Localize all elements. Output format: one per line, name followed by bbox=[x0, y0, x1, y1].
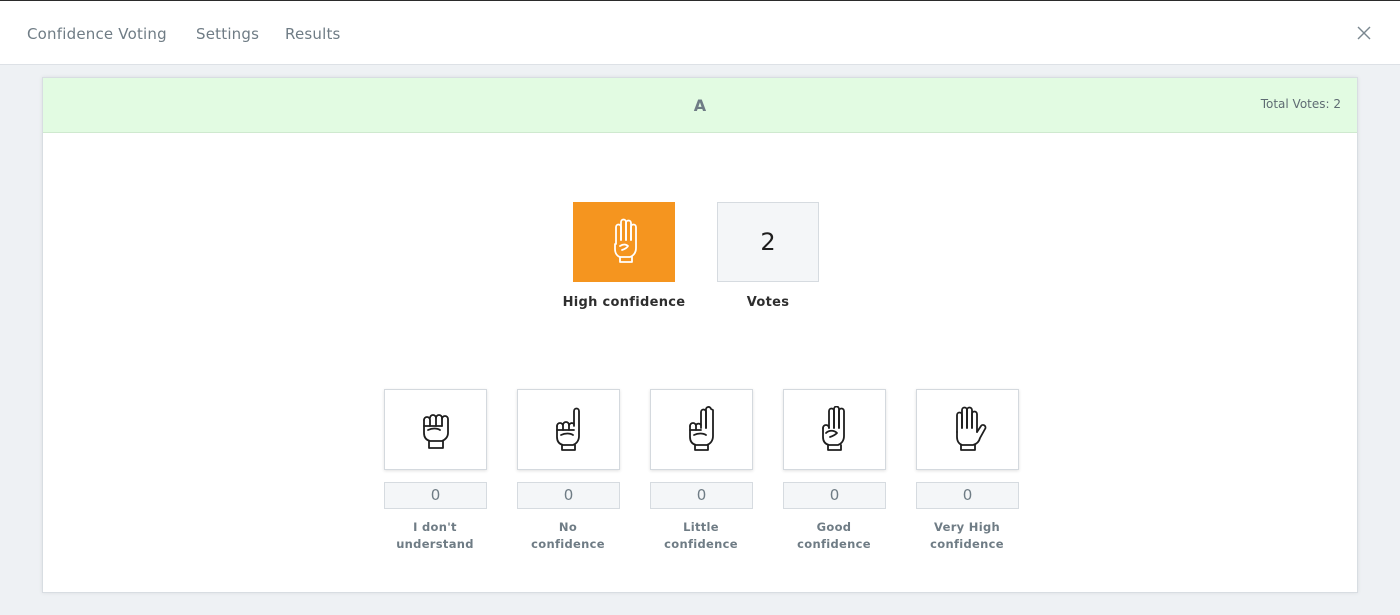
hand-two-fingers-icon bbox=[689, 406, 714, 451]
tab-results[interactable]: Results bbox=[285, 25, 341, 43]
vote-option-label: Very High confidence bbox=[930, 520, 1004, 551]
open-hand-icon bbox=[956, 406, 987, 451]
vote-count: 0 bbox=[916, 482, 1019, 509]
vote-option-no-confidence[interactable] bbox=[517, 389, 620, 470]
vote-option-label: I don't understand bbox=[396, 520, 474, 551]
voting-card: A Total Votes: 2 High confidence 2 Votes… bbox=[42, 77, 1358, 593]
vote-option-label: Little confidence bbox=[664, 520, 738, 551]
vote-count: 0 bbox=[384, 482, 487, 509]
card-title: A bbox=[693, 96, 707, 115]
vote-count: 0 bbox=[783, 482, 886, 509]
vote-option-little-confidence[interactable] bbox=[650, 389, 753, 470]
top-nav-bar: Confidence Voting Settings Results bbox=[0, 0, 1400, 65]
hand-four-fingers-icon bbox=[614, 218, 637, 263]
vote-option-label: No confidence bbox=[531, 520, 605, 551]
vote-count: 0 bbox=[517, 482, 620, 509]
votes-count: 2 bbox=[760, 228, 776, 256]
tab-settings[interactable]: Settings bbox=[196, 25, 259, 43]
votes-label: Votes bbox=[746, 295, 790, 310]
vote-count: 0 bbox=[650, 482, 753, 509]
votes-tile: 2 bbox=[717, 202, 819, 282]
close-button[interactable] bbox=[1354, 23, 1374, 43]
tab-confidence-voting[interactable]: Confidence Voting bbox=[27, 25, 167, 43]
hand-three-fingers-icon bbox=[822, 406, 845, 451]
result-tile bbox=[573, 202, 675, 282]
hand-one-finger-icon bbox=[556, 407, 580, 451]
card-header: A Total Votes: 2 bbox=[43, 78, 1357, 133]
close-icon bbox=[1357, 26, 1371, 40]
vote-option-good-confidence[interactable] bbox=[783, 389, 886, 470]
vote-option-very-high-confidence[interactable] bbox=[916, 389, 1019, 470]
vote-option-i-dont-understand[interactable] bbox=[384, 389, 487, 470]
fist-icon bbox=[423, 414, 449, 449]
total-votes: Total Votes: 2 bbox=[1260, 97, 1341, 111]
result-label: High confidence bbox=[562, 295, 686, 310]
vote-option-label: Good confidence bbox=[797, 520, 871, 551]
